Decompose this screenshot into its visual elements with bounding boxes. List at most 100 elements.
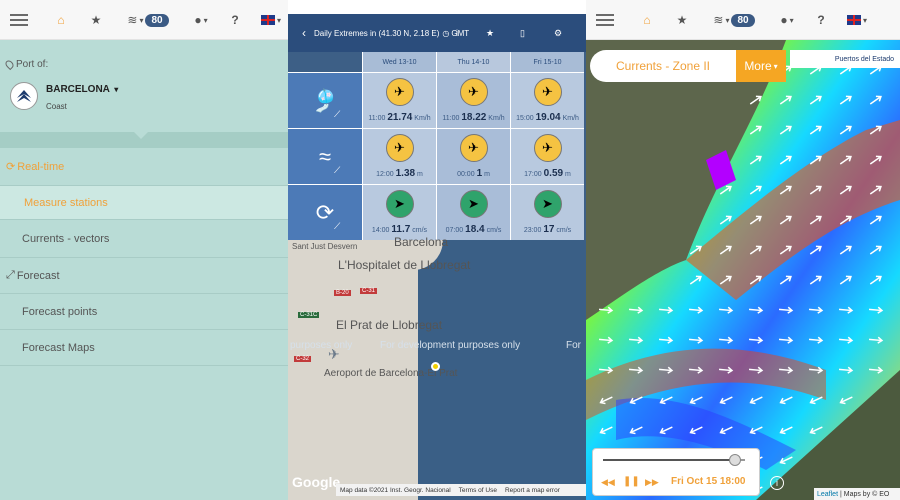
- waves-icon: ✈: [459, 134, 488, 162]
- info-icon[interactable]: i: [456, 28, 458, 38]
- extreme-number: 1.38: [395, 168, 416, 179]
- star-icon: ★: [676, 13, 688, 27]
- extreme-value: 14:00 11.7 cm/s: [372, 224, 427, 235]
- currents-icon: ➤: [459, 190, 488, 218]
- extreme-time: 17:00: [524, 171, 542, 178]
- menu-button[interactable]: [594, 0, 616, 40]
- extreme-cell[interactable]: ✈ 11:00 21.74 Km/h: [362, 72, 436, 128]
- help-button[interactable]: ?: [230, 0, 240, 40]
- extreme-unit: Km/h: [488, 115, 505, 122]
- nav-currents-vectors[interactable]: Currents - vectors: [0, 220, 288, 258]
- currents-heatmap[interactable]: [586, 40, 900, 500]
- extreme-cell[interactable]: ✈ 00:00 1 m: [436, 128, 510, 184]
- waves-icon: ✈: [533, 134, 562, 162]
- windsock-icon: ✈: [533, 78, 562, 106]
- extreme-cell[interactable]: ➤ 23:00 17 cm/s: [510, 184, 584, 240]
- zone-title-bar: Currents - Zone II: [590, 50, 736, 82]
- port-name: BARCELONA: [46, 84, 110, 95]
- map-label-hospitalet: L'Hospitalet de Llobregat: [338, 258, 471, 272]
- nav-forecast-points[interactable]: Forecast points: [0, 294, 288, 330]
- home-button[interactable]: ⌂: [52, 0, 70, 40]
- extreme-number: 21.74: [387, 112, 413, 123]
- chart-icon[interactable]: ⟋: [334, 221, 340, 232]
- time-slider-knob[interactable]: [729, 454, 742, 466]
- port-selector[interactable]: BARCELONA ▾: [46, 84, 118, 95]
- pause-icon[interactable]: ❚❚: [623, 476, 640, 487]
- extreme-unit: m: [484, 171, 490, 178]
- gear-icon[interactable]: ⚙: [554, 28, 562, 39]
- extreme-unit: cm/s: [556, 227, 572, 234]
- extreme-cell[interactable]: ✈ 17:00 0.59 m: [510, 128, 584, 184]
- next-icon[interactable]: ▶▶: [645, 477, 659, 488]
- extreme-value: 17:00 0.59 m: [524, 168, 571, 179]
- time-slider-fill: [603, 459, 736, 461]
- extreme-cell[interactable]: ✈ 11:00 18.22 Km/h: [436, 72, 510, 128]
- location-marker[interactable]: [431, 362, 440, 371]
- phone-icon[interactable]: ▯: [520, 28, 525, 39]
- refresh-icon: ⟳: [6, 161, 16, 173]
- extremes-table: Wed 13-10 Thu 14-10 Fri 15-10 🎐 ⟋ ✈ 11:00 21.7…: [288, 52, 586, 240]
- currents-panel: ⌂ ★ ≋ ▾ 80 ● ▾ ? ▾ Currents - Zone II More ▾…: [586, 0, 900, 500]
- watermark-left: purposes only: [290, 340, 353, 351]
- map-label-sant-just: Sant Just Desvern: [292, 242, 358, 251]
- waves-icon: ✈: [385, 134, 414, 162]
- extreme-cell[interactable]: ✈ 15:00 19.04 Km/h: [510, 72, 584, 128]
- nav-label: Real-time: [17, 160, 65, 173]
- google-logo: Google: [292, 474, 341, 490]
- extreme-time: 07:00: [445, 227, 464, 234]
- nav-forecast-maps[interactable]: Forecast Maps: [0, 330, 288, 366]
- user-button[interactable]: ● ▾: [190, 0, 212, 40]
- extreme-unit: Km/h: [562, 115, 579, 122]
- report-link[interactable]: Report a map error: [505, 487, 560, 494]
- layers-button[interactable]: ≋ ▾ 80: [712, 0, 756, 40]
- home-button[interactable]: ⌂: [638, 0, 656, 40]
- nav-label: Forecast Maps: [22, 341, 95, 354]
- chart-icon[interactable]: ⟋: [334, 109, 340, 120]
- menu-panel: ⌂ ★ ≋ ▾ 80 ● ▾ ? ▾ Port of: BARCELONA ▾ Coa…: [0, 0, 288, 500]
- terms-link[interactable]: Terms of Use: [459, 487, 497, 494]
- leaflet-link[interactable]: Leaflet: [817, 491, 838, 498]
- layers-badge: 80: [731, 13, 755, 27]
- menu-button[interactable]: [8, 0, 30, 40]
- nav-realtime[interactable]: ⟳ Real-time: [0, 148, 288, 186]
- layers-button[interactable]: ≋ ▾ 80: [126, 0, 170, 40]
- language-button[interactable]: ▾: [258, 0, 284, 40]
- currents-row-icon: ⟳ ⟋: [288, 184, 362, 240]
- extreme-unit: m: [565, 171, 571, 178]
- more-button[interactable]: More ▾: [736, 50, 786, 82]
- map-view[interactable]: Barcelona Sant Just Desvern L'Hospitalet…: [288, 235, 586, 500]
- info-button[interactable]: i: [770, 476, 784, 490]
- map-label-el-prat: El Prat de Llobregat: [336, 318, 443, 332]
- extreme-cell[interactable]: ➤ 14:00 11.7 cm/s: [362, 184, 436, 240]
- maps-credit: | Maps by © EO: [839, 490, 890, 498]
- previous-icon[interactable]: ◀◀: [601, 477, 615, 488]
- extreme-cell[interactable]: ✈ 12:00 1.38 m: [362, 128, 436, 184]
- waves-row-icon: ≈ ⟋: [288, 128, 362, 184]
- language-button[interactable]: ▾: [844, 0, 870, 40]
- user-icon: ●: [780, 13, 788, 27]
- time-slider-track[interactable]: [603, 454, 745, 466]
- table-header-blank: [288, 52, 362, 72]
- favorites-button[interactable]: ★: [674, 0, 690, 40]
- extreme-cell[interactable]: ➤ 07:00 18.4 cm/s: [436, 184, 510, 240]
- chart-icon[interactable]: ⟋: [334, 165, 340, 176]
- extreme-time: 23:00: [523, 227, 542, 234]
- current-time: Fri Oct 15 18:00: [671, 476, 746, 487]
- extreme-time: 12:00: [376, 171, 394, 178]
- extreme-value: 15:00 19.04 Km/h: [516, 112, 579, 123]
- day-header: Wed 13-10: [362, 52, 436, 72]
- extreme-value: 12:00 1.38 m: [376, 168, 423, 179]
- port-logo-icon: [17, 90, 31, 102]
- favorites-button[interactable]: ★: [88, 0, 104, 40]
- back-arrow-icon[interactable]: ‹: [302, 26, 306, 40]
- nav-measure-stations[interactable]: Measure stations: [0, 186, 288, 220]
- day-header: Thu 14-10: [436, 52, 510, 72]
- user-button[interactable]: ● ▾: [776, 0, 798, 40]
- extreme-time: 11:00: [368, 115, 386, 122]
- star-icon[interactable]: ★: [486, 28, 494, 39]
- chevron-down-icon: ▾: [114, 85, 119, 94]
- extreme-unit: Km/h: [414, 115, 431, 122]
- help-button[interactable]: ?: [816, 0, 826, 40]
- wind-row-icon: 🎐 ⟋: [288, 72, 362, 128]
- nav-forecast[interactable]: ⤢ Forecast: [0, 258, 288, 294]
